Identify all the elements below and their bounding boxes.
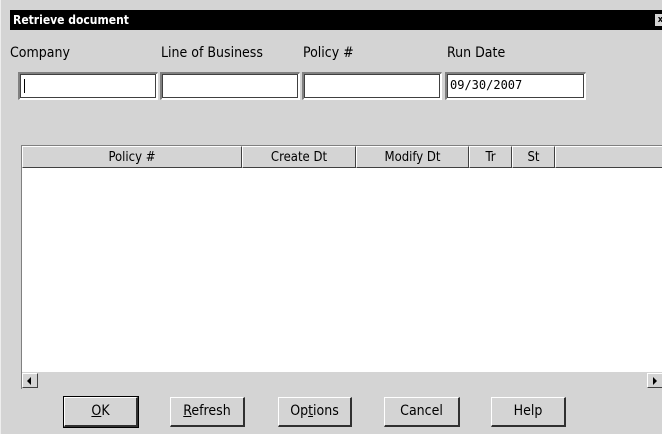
options-label-rest: ions [313, 403, 339, 419]
run-date-label: Run Date [447, 45, 506, 61]
policy-input[interactable] [302, 72, 442, 100]
ok-label-rest: K [101, 403, 110, 419]
text-caret [24, 79, 25, 93]
left-arrow-icon [27, 377, 31, 385]
policy-list[interactable] [21, 145, 662, 389]
company-input[interactable] [18, 72, 158, 100]
line-of-business-label: Line of Business [161, 45, 263, 61]
title-bar[interactable]: Retrieve document x [10, 10, 662, 30]
scroll-left-button[interactable] [22, 373, 38, 388]
run-date-input[interactable]: 09/30/2007 [445, 72, 586, 100]
ok-button[interactable]: OK [63, 396, 139, 428]
run-date-input-value: 09/30/2007 [450, 78, 523, 92]
policy-label: Policy # [303, 45, 354, 61]
list-header: Policy # Create Dt Modify Dt Tr St [22, 146, 662, 168]
company-label: Company [10, 45, 70, 61]
options-button[interactable]: Options [278, 397, 352, 427]
horizontal-scrollbar[interactable] [22, 372, 662, 389]
cancel-button[interactable]: Cancel [384, 397, 460, 427]
ok-mnemonic: O [91, 403, 102, 419]
column-header-modify-dt[interactable]: Modify Dt [356, 146, 469, 168]
help-button[interactable]: Help [491, 397, 566, 427]
retrieve-document-dialog: Retrieve document x Company Line of Busi… [0, 0, 662, 434]
column-header-tr[interactable]: Tr [469, 146, 512, 168]
scroll-right-button[interactable] [647, 373, 662, 388]
column-header-create-dt[interactable]: Create Dt [242, 146, 356, 168]
column-header-st[interactable]: St [512, 146, 555, 168]
close-icon[interactable]: x [655, 14, 662, 26]
refresh-button[interactable]: Refresh [170, 397, 245, 427]
column-header-blank[interactable] [555, 146, 662, 168]
right-arrow-icon [653, 377, 657, 385]
refresh-label-rest: efresh [191, 403, 231, 419]
options-label-pre: Op [290, 403, 309, 419]
window-title: Retrieve document [13, 13, 129, 27]
line-of-business-input[interactable] [160, 72, 300, 100]
column-header-policy[interactable]: Policy # [22, 146, 242, 168]
